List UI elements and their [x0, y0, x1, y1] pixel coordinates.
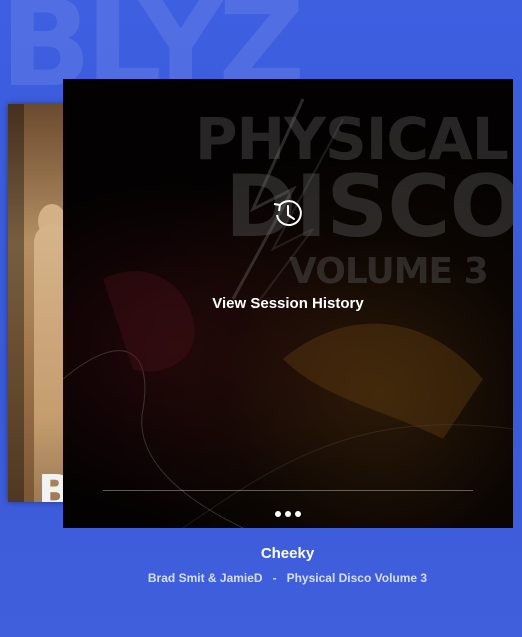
dot: [275, 511, 281, 517]
background-watermark: BLYZ: [0, 0, 305, 90]
artist-link[interactable]: Brad Smit & JamieD: [148, 571, 263, 585]
track-title[interactable]: Cheeky: [0, 545, 522, 562]
cover-shadow: [8, 104, 24, 502]
view-session-history-button[interactable]: View Session History: [63, 295, 513, 312]
history-icon[interactable]: [269, 195, 305, 231]
dot: [295, 511, 301, 517]
dot: [285, 511, 291, 517]
track-meta: Brad Smit & JamieD - Physical Disco Volume…: [0, 571, 522, 585]
current-album-card[interactable]: PHYSICAL DISCO VOLUME 3 View Session His…: [63, 79, 513, 528]
meta-separator: -: [272, 571, 277, 585]
album-link[interactable]: Physical Disco Volume 3: [287, 571, 428, 585]
progress-bar[interactable]: [103, 490, 473, 491]
more-dots-icon[interactable]: [268, 506, 308, 522]
